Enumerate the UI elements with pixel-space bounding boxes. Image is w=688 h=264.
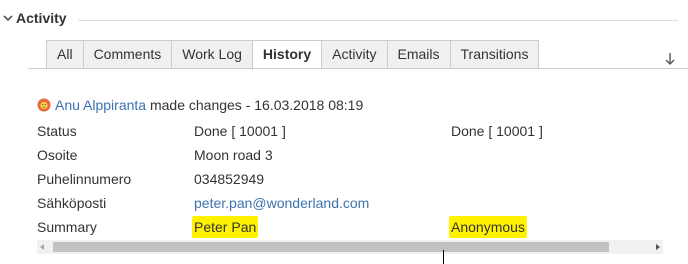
new-value: Done [ 10001 ] (451, 123, 543, 139)
table-row: Summary Peter Pan Anonymous (37, 216, 657, 240)
history-action-text: made changes - 16.03.2018 08:19 (149, 97, 364, 113)
text-cursor (443, 250, 444, 264)
scroll-left-icon[interactable] (40, 244, 44, 250)
tab-history[interactable]: History (251, 40, 322, 70)
history-changes-table: Status Done [ 10001 ] Done [ 10001 ] Oso… (37, 120, 657, 240)
tab-comments[interactable]: Comments (82, 40, 172, 69)
activity-tabs: All Comments Work Log History Activity E… (46, 40, 540, 70)
history-entry-header: Anu Alppiranta made changes - 16.03.2018… (37, 96, 363, 114)
field-name: Summary (37, 219, 97, 235)
tab-transitions[interactable]: Transitions (449, 40, 540, 69)
activity-section-header[interactable]: Activity (0, 8, 678, 30)
scrollbar-thumb[interactable] (53, 242, 609, 252)
old-value: 034852949 (194, 171, 265, 187)
horizontal-scrollbar[interactable] (37, 240, 663, 254)
tab-all[interactable]: All (46, 40, 83, 69)
user-avatar-icon[interactable] (37, 98, 51, 112)
tab-activity[interactable]: Activity (321, 40, 387, 69)
tab-emails[interactable]: Emails (386, 40, 450, 69)
chevron-down-icon[interactable] (3, 13, 13, 23)
table-row: Status Done [ 10001 ] Done [ 10001 ] (37, 120, 657, 144)
scroll-right-icon[interactable] (656, 244, 660, 250)
tabs-divider (28, 68, 688, 69)
field-name: Status (37, 123, 77, 139)
table-row: Puhelinnumero 034852949 (37, 168, 657, 192)
new-value-highlighted: Anonymous (449, 216, 527, 238)
table-row: Osoite Moon road 3 (37, 144, 657, 168)
author-link[interactable]: Anu Alppiranta (55, 97, 146, 113)
activity-title: Activity (16, 10, 67, 26)
old-value: Done [ 10001 ] (194, 123, 286, 139)
field-name: Osoite (37, 147, 78, 163)
old-value-highlighted: Peter Pan (192, 216, 259, 238)
old-value: Moon road 3 (194, 147, 273, 163)
section-divider (78, 20, 678, 21)
field-name: Sähköposti (37, 195, 107, 211)
sort-down-arrow-icon[interactable] (664, 52, 676, 66)
table-row: Sähköposti peter.pan@wonderland.com (37, 192, 657, 216)
tab-work-log[interactable]: Work Log (171, 40, 252, 69)
field-name: Puhelinnumero (37, 171, 132, 187)
email-link[interactable]: peter.pan@wonderland.com (194, 192, 369, 214)
